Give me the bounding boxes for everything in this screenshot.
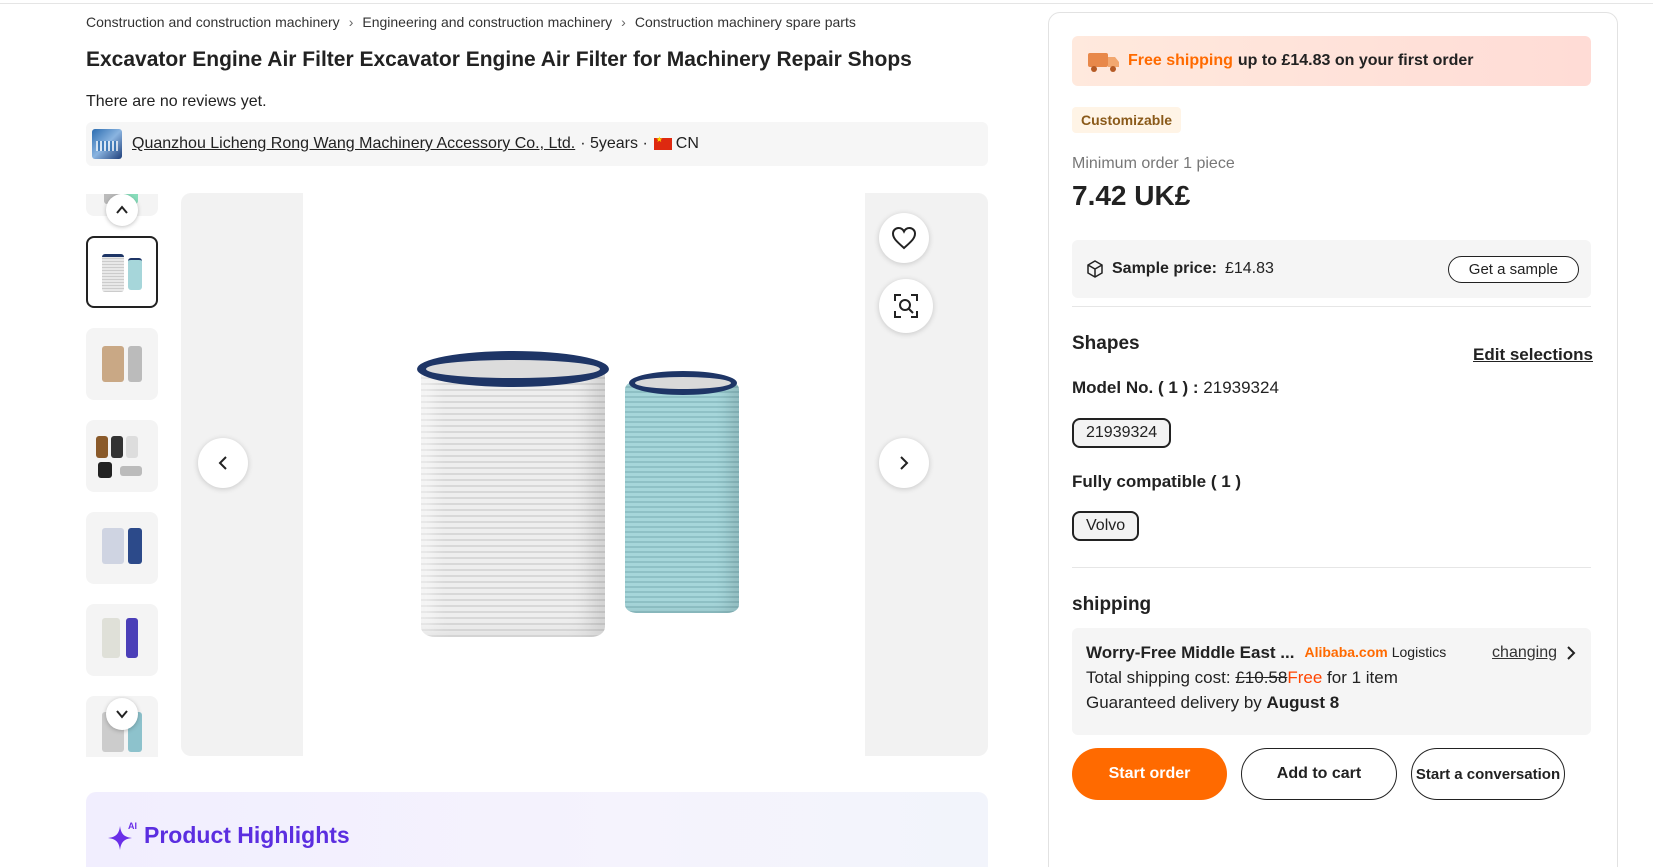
start-conversation-button[interactable]: Start a conversation (1411, 748, 1565, 800)
shipping-title: shipping (1072, 594, 1152, 615)
chevron-down-icon[interactable] (106, 698, 138, 730)
truck-icon (1088, 53, 1119, 72)
original-shipping-cost: £10.58 (1235, 668, 1288, 687)
supplier-logo[interactable] (92, 129, 122, 159)
thumbnail[interactable] (86, 328, 158, 400)
free-shipping-value: Free (1287, 668, 1323, 687)
shipping-item-count: for 1 item (1327, 668, 1398, 687)
promo-detail-text: up to £14.83 on your first order (1237, 52, 1474, 69)
logistics-text: Logistics (1391, 644, 1447, 660)
model-number-label: Model No. ( 1 ) : (1072, 378, 1199, 397)
divider (1072, 306, 1591, 307)
supplier-bar: Quanzhou Licheng Rong Wang Machinery Acc… (86, 122, 988, 166)
model-number-value: 21939324 (1203, 378, 1279, 397)
product-highlights-section: AI Product Highlights (86, 792, 988, 867)
chevron-right-icon: › (348, 14, 354, 30)
delivery-date: August 8 (1266, 693, 1340, 712)
chevron-left-icon (218, 456, 227, 470)
chevron-right-icon (900, 456, 909, 470)
purchase-panel: Free shipping up to £14.83 on your first… (1048, 12, 1618, 867)
free-shipping-text: Free shipping (1128, 52, 1233, 69)
large-filter-rim (417, 351, 609, 387)
start-order-button[interactable]: Start order (1072, 748, 1227, 800)
image-search-button[interactable] (879, 279, 933, 333)
divider (1072, 567, 1591, 568)
thumbnail-selected[interactable] (86, 236, 158, 308)
supplier-years: · 5years · (580, 135, 648, 152)
shipping-cost-label: Total shipping cost: (1086, 668, 1231, 687)
change-shipping-link[interactable]: changing (1492, 640, 1557, 665)
shipping-info-box: Worry-Free Middle East ... Alibaba.com L… (1072, 628, 1591, 735)
sample-price-box: Sample price: £14.83 Get a sample (1072, 240, 1591, 298)
visual-search-icon (894, 294, 918, 318)
top-border (0, 0, 1653, 4)
edit-selections-link[interactable]: Edit selections (1473, 345, 1593, 365)
delivery-row: Guaranteed delivery by August 8 (1086, 690, 1577, 715)
free-shipping-banner: Free shipping up to £14.83 on your first… (1072, 36, 1591, 86)
ai-sparkle-icon: AI (108, 821, 137, 850)
minimum-order-text: Minimum order 1 piece (1072, 155, 1235, 172)
small-filter-rim (629, 371, 737, 395)
large-air-filter-image (421, 363, 605, 637)
volvo-option-chip[interactable]: Volvo (1072, 511, 1140, 541)
compatible-row: Fully compatible ( 1 ) (1072, 472, 1241, 492)
chevron-up-icon[interactable] (106, 194, 138, 226)
thumbnail-strip (86, 194, 160, 757)
small-air-filter-image (625, 381, 739, 613)
ai-badge-text: AI (128, 821, 137, 831)
get-sample-button[interactable]: Get a sample (1447, 256, 1579, 283)
product-image-gallery (181, 193, 988, 756)
product-main-image[interactable] (303, 193, 865, 756)
thumbnail[interactable] (86, 420, 158, 492)
shipping-service-name: Worry-Free Middle East ... (1086, 643, 1295, 662)
alibaba-logo-text: Alibaba.com (1304, 644, 1388, 660)
chevron-right-icon: › (621, 14, 626, 30)
package-icon (1087, 260, 1103, 278)
chevron-right-icon (1567, 645, 1576, 660)
next-image-button[interactable] (879, 438, 929, 488)
reviews-text: There are no reviews yet. (86, 93, 267, 110)
highlights-title: Product Highlights (144, 822, 350, 848)
add-to-cart-button[interactable]: Add to cart (1241, 748, 1397, 800)
customizable-badge: Customizable (1072, 107, 1182, 133)
supplier-country: CN (675, 135, 699, 152)
supplier-name-link[interactable]: Quanzhou Licheng Rong Wang Machinery Acc… (132, 135, 575, 153)
breadcrumb-item[interactable]: Construction and construction machinery (86, 14, 340, 30)
thumbnail[interactable] (86, 512, 158, 584)
sample-price-value: £14.83 (1224, 260, 1274, 277)
product-price: 7.42 UK£ (1072, 180, 1191, 211)
previous-image-button[interactable] (198, 438, 248, 488)
breadcrumb: Construction and construction machinery … (86, 14, 856, 30)
thumbnail[interactable] (86, 604, 158, 676)
breadcrumb-item[interactable]: Engineering and construction machinery (362, 14, 612, 30)
model-number-row: Model No. ( 1 ) : 21939324 (1072, 378, 1279, 398)
shapes-title: Shapes (1072, 333, 1140, 354)
delivery-label: Guaranteed delivery by (1086, 693, 1262, 712)
favorite-button[interactable] (879, 213, 929, 263)
heart-icon (891, 226, 917, 250)
shipping-cost-row: Total shipping cost: £10.58Free for 1 it… (1086, 665, 1577, 690)
breadcrumb-item[interactable]: Construction machinery spare parts (635, 14, 856, 30)
model-option-chip[interactable]: 21939324 (1072, 418, 1172, 448)
sample-price-label: Sample price: (1112, 260, 1217, 277)
product-title: Excavator Engine Air Filter Excavator En… (86, 48, 912, 71)
china-flag-icon (653, 135, 672, 150)
fully-compatible-label: Fully compatible ( 1 ) (1072, 472, 1242, 491)
